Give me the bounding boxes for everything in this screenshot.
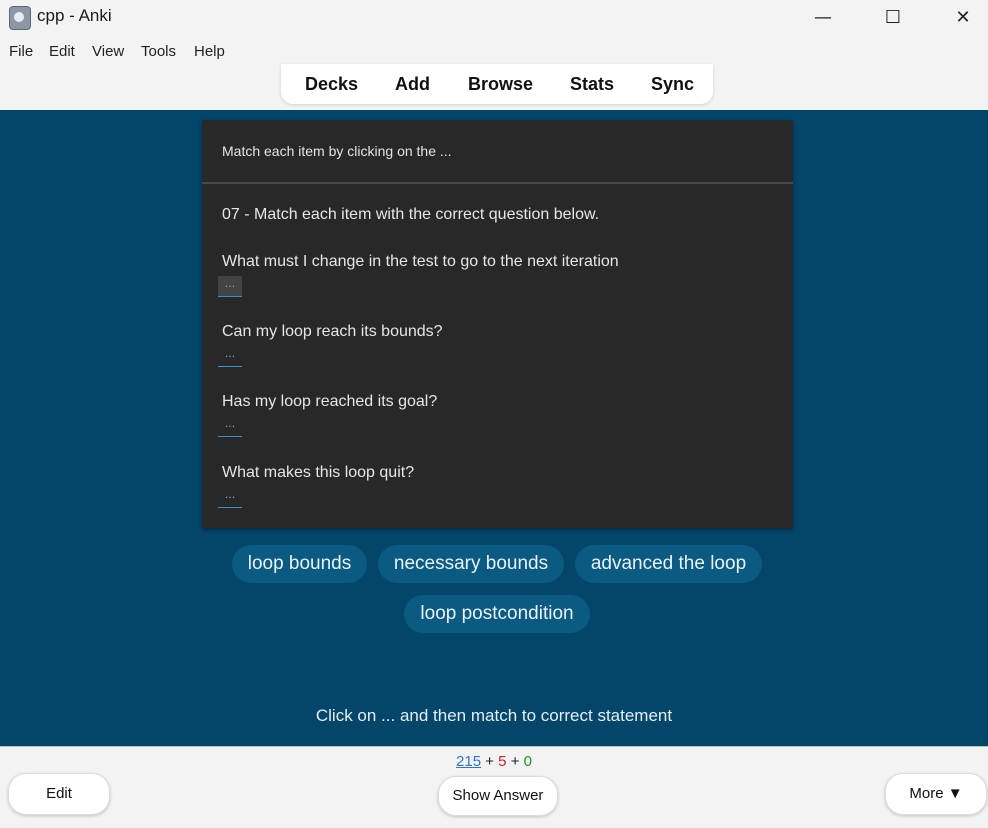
toolbar-browse[interactable]: Browse — [468, 74, 533, 95]
answer-slot-4[interactable]: ... — [218, 487, 242, 508]
toolbar-sync[interactable]: Sync — [651, 74, 694, 95]
question-2: Can my loop reach its bounds? — [222, 323, 443, 340]
due-counts: 215 + 5 + 0 — [0, 753, 988, 770]
question-4: What makes this loop quit? — [222, 464, 415, 481]
main-toolbar: Decks Add Browse Stats Sync — [281, 64, 713, 104]
toolbar-stats[interactable]: Stats — [570, 74, 614, 95]
maximize-button[interactable]: ☐ — [858, 0, 928, 34]
menu-tools[interactable]: Tools — [141, 43, 176, 60]
menu-tools-label: Tools — [141, 43, 177, 60]
title-bar: cpp - Anki — ☐ ✕ — [0, 0, 988, 38]
toolbar-decks[interactable]: Decks — [305, 74, 358, 95]
menu-view-label: View — [92, 43, 125, 60]
close-button[interactable]: ✕ — [928, 0, 988, 34]
menu-help[interactable]: Help — [194, 43, 225, 60]
answer-slot-1[interactable]: ... — [218, 276, 242, 297]
menu-help-label: Help — [194, 43, 225, 60]
question-3: Has my loop reached its goal? — [222, 393, 438, 410]
review-count: 0 — [523, 753, 532, 770]
menu-file[interactable]: File — [9, 43, 33, 60]
learn-count: 5 — [498, 753, 507, 770]
toolbar-add[interactable]: Add — [395, 74, 430, 95]
count-separator-2: + — [510, 753, 520, 770]
menu-edit[interactable]: Edit — [49, 43, 75, 60]
card-intro: 07 - Match each item with the correct qu… — [222, 206, 600, 223]
more-button[interactable]: More ▼ — [885, 773, 987, 815]
window-title: cpp - Anki — [37, 6, 112, 25]
choice-necessary-bounds[interactable]: necessary bounds — [378, 545, 564, 583]
anki-app-icon — [9, 6, 31, 30]
menu-bar: File Edit View Tools Help — [0, 40, 988, 65]
card-header-text: Match each item by clicking on the ... — [222, 143, 452, 159]
minimize-button[interactable]: — — [788, 0, 858, 34]
edit-button[interactable]: Edit — [8, 773, 110, 815]
menu-view[interactable]: View — [92, 43, 124, 60]
choice-loop-bounds[interactable]: loop bounds — [232, 545, 367, 583]
show-answer-button[interactable]: Show Answer — [438, 776, 558, 816]
count-separator-1: + — [485, 753, 494, 770]
choice-advanced-the-loop[interactable]: advanced the loop — [575, 545, 762, 583]
card-header: Match each item by clicking on the ... — [202, 120, 793, 184]
question-1: What must I change in the test to go to … — [222, 253, 619, 270]
menu-file-label: File — [9, 43, 34, 60]
new-count[interactable]: 215 — [456, 753, 481, 770]
answer-slot-3[interactable]: ... — [218, 416, 242, 437]
hint-text: Click on ... and then match to correct s… — [315, 706, 673, 725]
choice-loop-postcondition[interactable]: loop postcondition — [404, 595, 590, 633]
card: Match each item by clicking on the ... 0… — [202, 120, 793, 528]
menu-edit-label: Edit — [49, 43, 75, 60]
answer-slot-2[interactable]: ... — [218, 346, 242, 367]
